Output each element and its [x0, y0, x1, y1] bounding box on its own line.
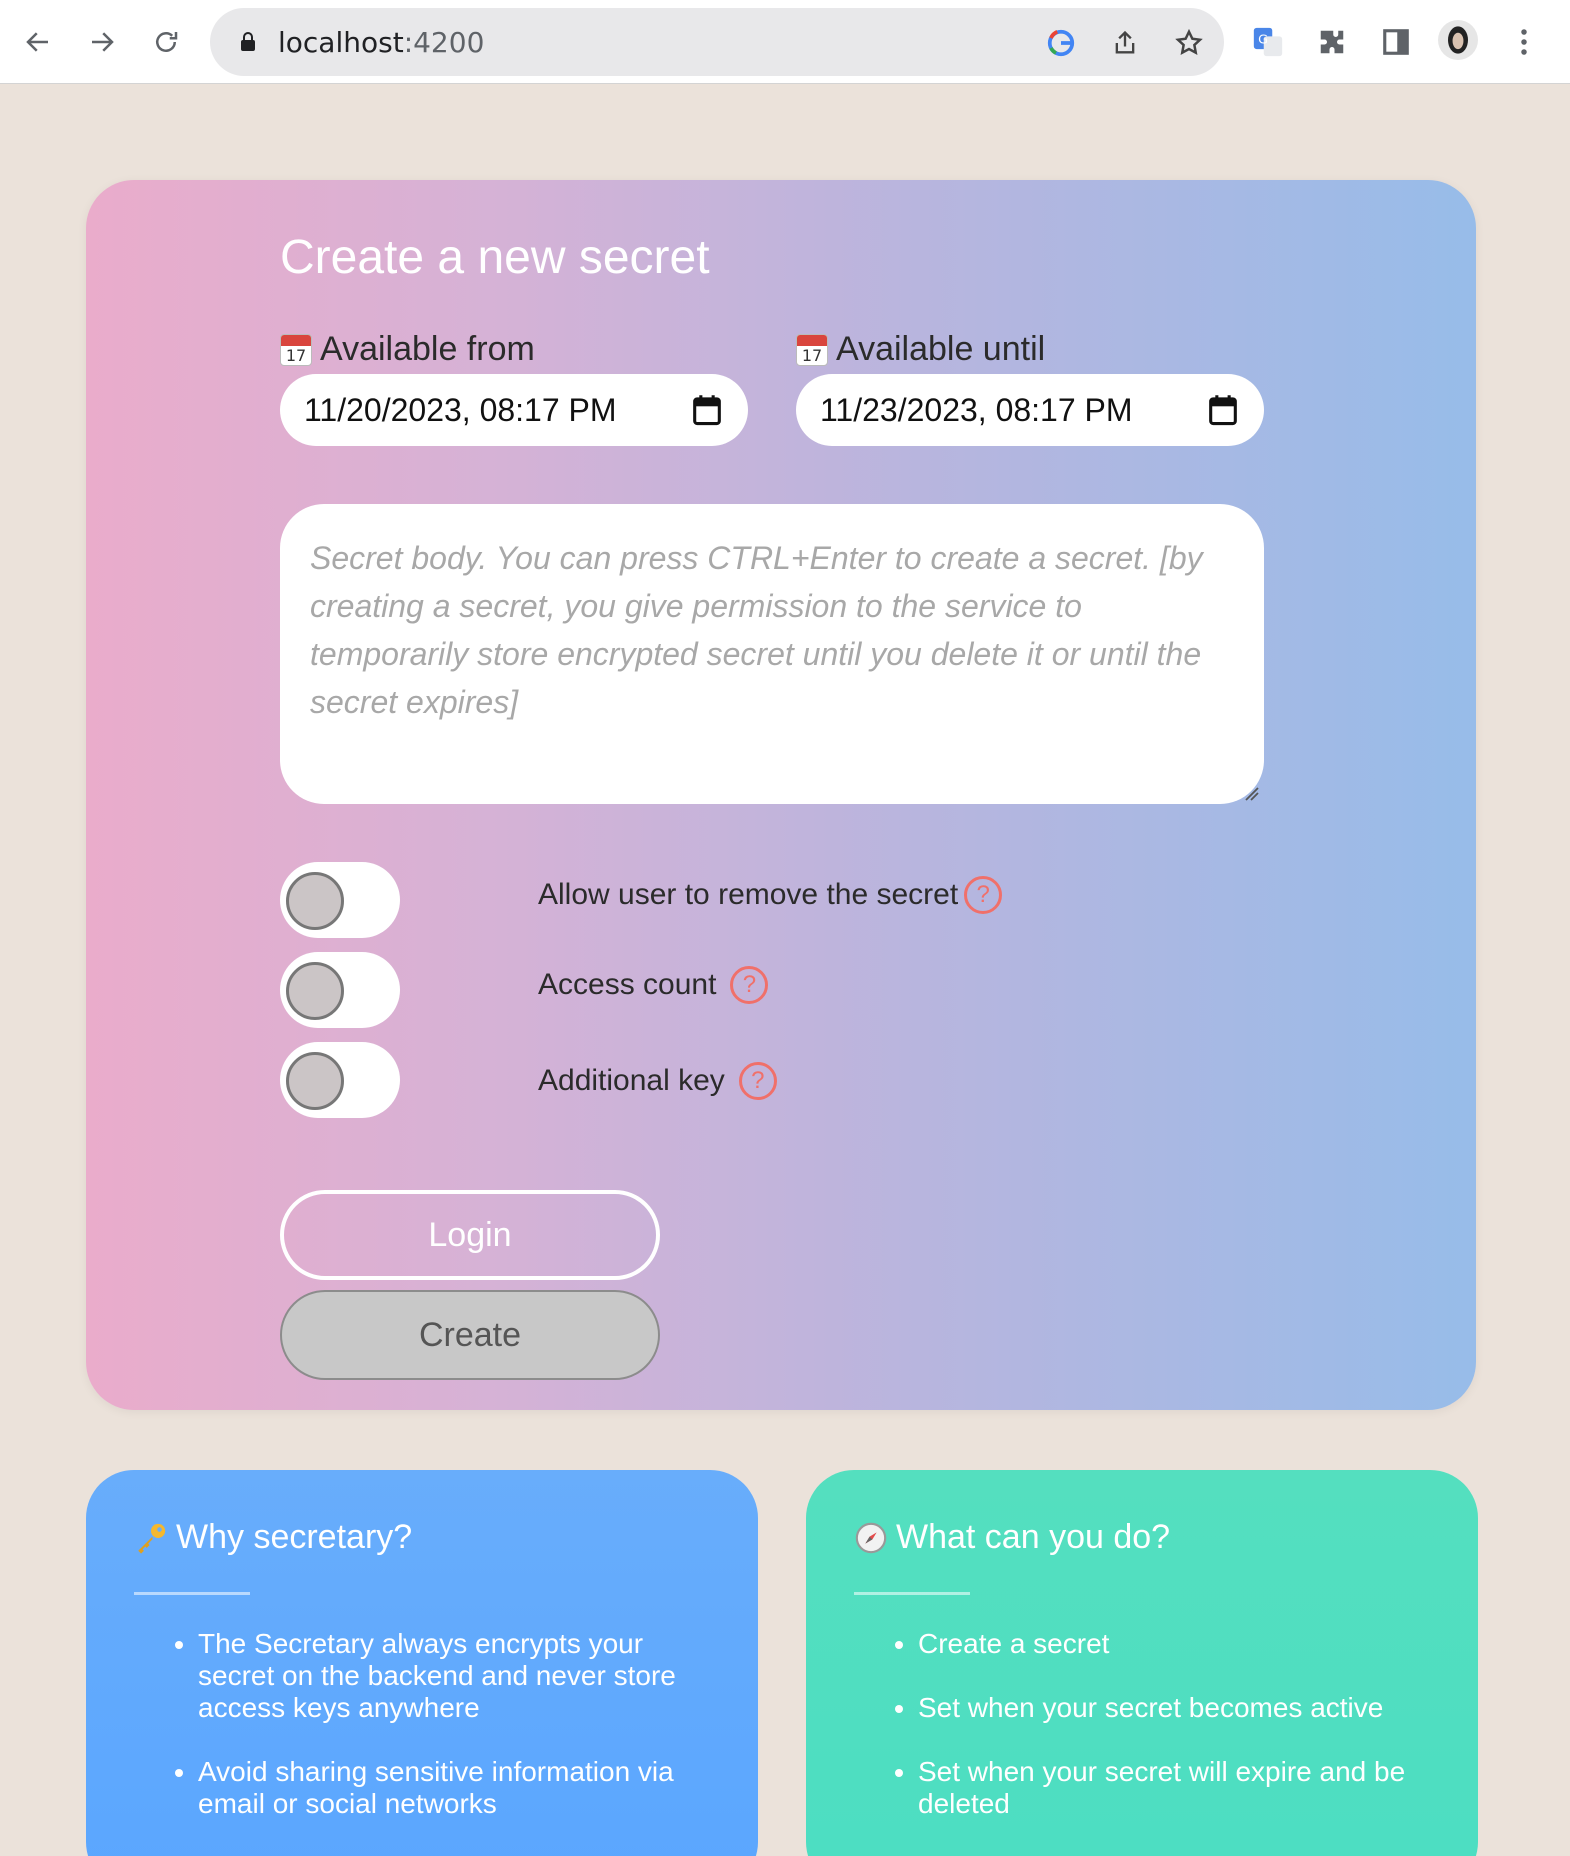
what-can-you-do-heading: What can you do?	[854, 1518, 1170, 1557]
available-until-text: Available until	[836, 330, 1046, 368]
back-icon[interactable]	[16, 20, 60, 64]
forward-icon[interactable]	[80, 20, 124, 64]
toggle-knob	[286, 1052, 344, 1110]
page-title: Create a new secret	[280, 231, 710, 284]
what-can-you-do-card: What can you do? Create a secret Set whe…	[806, 1470, 1478, 1856]
list-item: Set when your secret becomes active	[918, 1692, 1438, 1724]
google-icon[interactable]	[1044, 26, 1078, 60]
calendar-emoji-number: 17	[285, 345, 307, 365]
additional-key-label: Additional key ?	[538, 1062, 777, 1100]
why-secretary-list: The Secretary always encrypts your secre…	[198, 1628, 718, 1852]
calendar-picker-icon[interactable]	[692, 394, 722, 426]
available-from-text: Available from	[320, 330, 535, 368]
side-panel-icon[interactable]	[1376, 22, 1416, 62]
list-item: Create a secret	[918, 1628, 1438, 1660]
why-secretary-heading: Why secretary?	[134, 1518, 412, 1557]
why-secretary-card: Why secretary? The Secretary always encr…	[86, 1470, 758, 1856]
resize-handle-icon[interactable]	[1242, 784, 1260, 802]
address-bar[interactable]: localhost:4200	[210, 8, 1224, 76]
avatar[interactable]	[1438, 20, 1478, 60]
bookmark-star-icon[interactable]	[1172, 26, 1206, 60]
allow-remove-toggle[interactable]	[280, 862, 400, 938]
svg-text:G: G	[1258, 32, 1268, 47]
help-icon[interactable]: ?	[730, 966, 769, 1004]
available-until-input[interactable]: 11/23/2023, 08:17 PM	[796, 374, 1264, 446]
list-item: Set when your secret will expire and be …	[918, 1756, 1438, 1820]
secret-body-placeholder: Secret body. You can press CTRL+Enter to…	[310, 540, 1203, 720]
help-icon[interactable]: ?	[738, 1062, 777, 1100]
translate-icon[interactable]: G	[1248, 22, 1288, 62]
allow-remove-text: Allow user to remove the secret	[538, 878, 959, 911]
extensions-puzzle-icon[interactable]	[1312, 22, 1352, 62]
available-until-value: 11/23/2023, 08:17 PM	[820, 391, 1133, 428]
key-icon	[138, 1523, 166, 1554]
toggle-knob	[286, 962, 344, 1020]
create-secret-card: Create a new secret 17 Available from 11…	[86, 180, 1476, 1410]
what-can-you-do-title: What can you do?	[896, 1518, 1171, 1556]
url-text: localhost:4200	[278, 26, 484, 59]
toggle-knob	[286, 872, 344, 930]
available-from-label: 17 Available from	[280, 330, 535, 369]
list-item: Avoid sharing sensitive information via …	[198, 1756, 718, 1820]
compass-icon	[855, 1522, 887, 1553]
calendar-picker-icon[interactable]	[1208, 394, 1238, 426]
create-button[interactable]: Create	[280, 1290, 660, 1380]
browser-toolbar: localhost:4200 G	[0, 0, 1570, 84]
share-icon[interactable]	[1108, 26, 1142, 60]
available-until-label: 17 Available until	[796, 330, 1045, 369]
allow-remove-label: Allow user to remove the secret ?	[538, 876, 1003, 914]
calendar-emoji-icon: 17	[796, 333, 828, 366]
menu-kebab-icon[interactable]	[1504, 22, 1544, 62]
login-button[interactable]: Login	[280, 1190, 660, 1280]
reload-icon[interactable]	[144, 20, 188, 64]
access-count-toggle[interactable]	[280, 952, 400, 1028]
why-secretary-title: Why secretary?	[176, 1518, 413, 1556]
access-count-text: Access count	[538, 968, 717, 1001]
calendar-emoji-icon: 17	[280, 333, 312, 366]
available-from-input[interactable]: 11/20/2023, 08:17 PM	[280, 374, 748, 446]
secret-body-textarea[interactable]: Secret body. You can press CTRL+Enter to…	[280, 504, 1264, 804]
additional-key-text: Additional key	[538, 1064, 725, 1097]
url-port: :4200	[403, 26, 485, 59]
url-host: localhost	[278, 26, 404, 59]
divider	[134, 1592, 250, 1595]
lock-icon	[241, 32, 255, 51]
divider	[854, 1592, 970, 1595]
available-from-value: 11/20/2023, 08:17 PM	[304, 391, 617, 428]
additional-key-toggle[interactable]	[280, 1042, 400, 1118]
what-can-you-do-list: Create a secret Set when your secret bec…	[918, 1628, 1438, 1852]
help-icon[interactable]: ?	[964, 876, 1003, 914]
access-count-label: Access count ?	[538, 966, 769, 1004]
calendar-emoji-number: 17	[801, 345, 823, 365]
list-item: The Secretary always encrypts your secre…	[198, 1628, 718, 1724]
